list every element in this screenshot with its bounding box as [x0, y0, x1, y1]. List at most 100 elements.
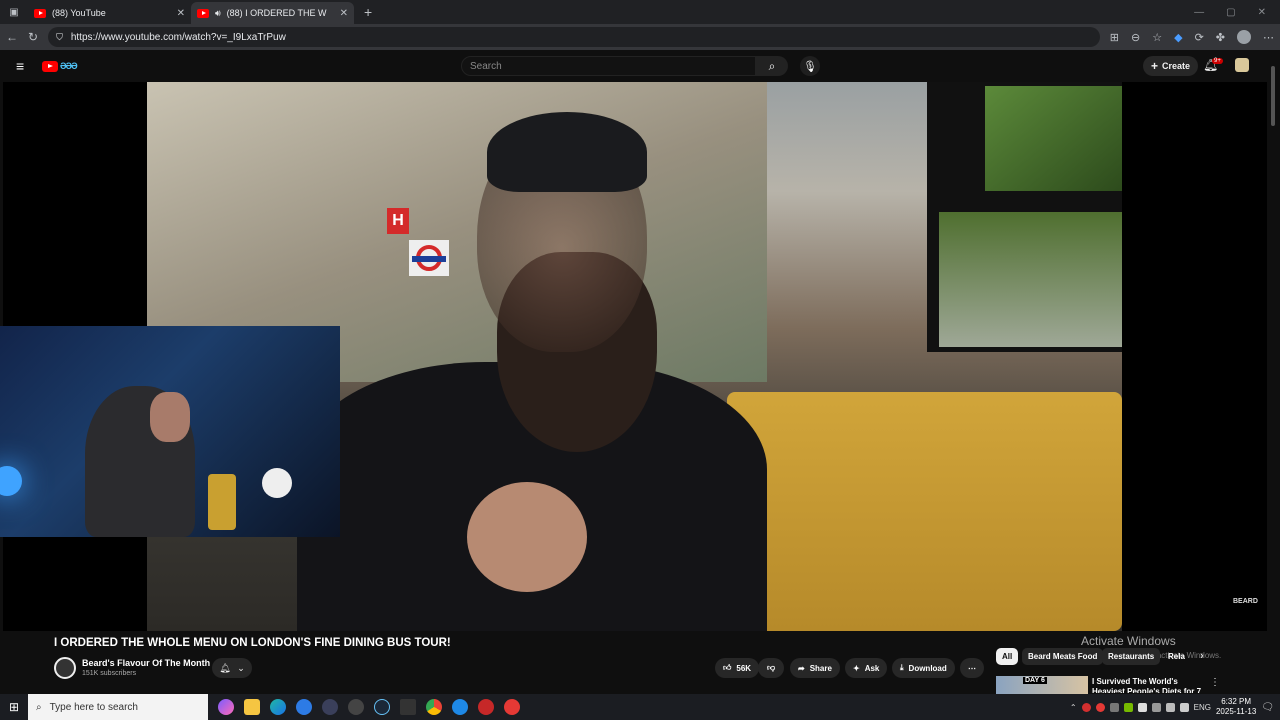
- app-film-icon[interactable]: [400, 699, 416, 715]
- channel-avatar-button[interactable]: [1235, 58, 1249, 72]
- url-field[interactable]: ⛉ https://www.youtube.com/watch?v=_I9Lxa…: [48, 27, 1100, 47]
- tab-actions-icon[interactable]: ▣: [0, 7, 28, 18]
- recommendation-thumbnail[interactable]: DAY 6: [996, 676, 1088, 694]
- ask-label: Ask: [864, 663, 880, 673]
- more-menu-icon[interactable]: ⋯: [1263, 31, 1274, 44]
- tray-volume-icon[interactable]: [1179, 702, 1189, 712]
- chevron-up-icon[interactable]: ⌃: [1070, 703, 1077, 712]
- close-icon[interactable]: ✕: [340, 8, 348, 19]
- taskbar-clock[interactable]: 6:32 PM 2025-11-13: [1216, 697, 1256, 717]
- tab-youtube-home[interactable]: (88) YouTube ✕: [28, 2, 191, 24]
- site-info-icon[interactable]: ⛉: [56, 32, 63, 43]
- close-icon[interactable]: ✕: [177, 8, 185, 19]
- app-blue2-icon[interactable]: [452, 699, 468, 715]
- tray-shield-icon[interactable]: [1137, 702, 1147, 712]
- share-button[interactable]: ➦ Share: [790, 658, 840, 678]
- edge-icon[interactable]: [270, 699, 286, 715]
- profile-avatar[interactable]: [1237, 30, 1251, 44]
- more-actions-button[interactable]: ⋯: [960, 658, 984, 678]
- minimize-icon[interactable]: —: [1194, 7, 1204, 18]
- activate-windows-title: Activate Windows: [1081, 634, 1176, 648]
- share-icon: ➦: [798, 663, 805, 673]
- language-indicator[interactable]: ENG: [1194, 703, 1211, 712]
- webcam-overlay: [0, 326, 340, 537]
- refresh-extension-icon[interactable]: ⟳: [1195, 31, 1204, 44]
- tab-label: (88) I ORDERED THE WHOLE: [226, 8, 327, 18]
- download-button[interactable]: ⤓ Download: [892, 658, 955, 678]
- search-placeholder: Search: [470, 60, 502, 72]
- file-explorer-icon[interactable]: [244, 699, 260, 715]
- thumbnail-label: DAY 6: [1023, 677, 1047, 684]
- tab-current-video[interactable]: 🔊︎ (88) I ORDERED THE WHOLE ✕: [191, 2, 354, 24]
- search-button[interactable]: ⌕: [756, 56, 788, 76]
- search-input[interactable]: Search: [461, 56, 756, 76]
- tray-red2-icon[interactable]: [1095, 702, 1105, 712]
- taskbar-search-placeholder: Type here to search: [49, 701, 138, 713]
- blue-lamp: [0, 466, 22, 496]
- maximize-icon[interactable]: ▢: [1226, 7, 1235, 18]
- settings-gear-icon[interactable]: [348, 699, 364, 715]
- voice-search-button[interactable]: 🎙︎: [800, 56, 820, 76]
- like-button[interactable]: 👍︎ 56K: [715, 658, 760, 678]
- system-tray: ⌃ ENG 6:32 PM 2025-11-13 🗨︎: [1070, 697, 1280, 717]
- steam-icon[interactable]: [374, 699, 390, 715]
- tray-red-icon[interactable]: [1081, 702, 1091, 712]
- ask-button[interactable]: ✦ Ask: [845, 658, 888, 678]
- chrome-icon[interactable]: [426, 699, 442, 715]
- bell-icon: 🔔︎: [219, 662, 231, 673]
- subscription-bell-button[interactable]: 🔔︎ ⌄: [212, 658, 252, 678]
- chevron-down-icon: ⌄: [237, 662, 245, 673]
- windows-taskbar: ⊞ ⌕ Type here to search ⌃ ENG 6:32 PM 20…: [0, 694, 1280, 720]
- app-red-black-icon[interactable]: [478, 699, 494, 715]
- chip-related[interactable]: Rela: [1162, 648, 1191, 665]
- thumbs-up-icon: 👍︎: [723, 663, 732, 672]
- tray-nvidia-icon[interactable]: [1123, 702, 1133, 712]
- bus-window: [927, 82, 1122, 352]
- streamer-face: [150, 392, 190, 442]
- create-button[interactable]: + Create: [1143, 56, 1199, 76]
- app-red-icon[interactable]: [504, 699, 520, 715]
- tab-label: (88) YouTube: [52, 8, 106, 18]
- tray-wifi-icon[interactable]: [1165, 702, 1175, 712]
- reload-icon[interactable]: ↻: [28, 30, 38, 44]
- favorite-star-icon[interactable]: ☆: [1152, 31, 1162, 44]
- tray-app-icon[interactable]: [1109, 702, 1119, 712]
- extensions-puzzle-icon[interactable]: ✤: [1216, 31, 1225, 44]
- youtube-play-icon: [42, 60, 58, 72]
- underground-roundel-icon: [409, 240, 449, 276]
- bus-stop-sign: H: [387, 208, 409, 234]
- app-blue-icon[interactable]: [296, 699, 312, 715]
- plus-icon[interactable]: +: [364, 4, 372, 20]
- channel-name[interactable]: Beard's Flavour Of The Month: [82, 658, 210, 668]
- sparkle-icon: ✦: [853, 663, 860, 673]
- chip-restaurants[interactable]: Restaurants: [1102, 648, 1161, 665]
- chip-all[interactable]: All: [996, 648, 1019, 665]
- person-cap: [487, 112, 647, 192]
- speaker-icon[interactable]: 🔊︎: [215, 8, 221, 19]
- chevron-right-icon[interactable]: ›: [1200, 650, 1204, 662]
- back-icon[interactable]: ←: [6, 30, 18, 44]
- zoom-icon[interactable]: ⊖: [1131, 31, 1140, 44]
- taskbar-search-input[interactable]: ⌕ Type here to search: [28, 694, 208, 720]
- channel-avatar[interactable]: [54, 657, 76, 679]
- video-title: I ORDERED THE WHOLE MENU ON LONDON'S FIN…: [54, 637, 451, 649]
- windows-start-icon[interactable]: ⊞: [0, 700, 28, 714]
- subscriber-count: 151K subscribers: [82, 670, 137, 677]
- clock-time: 6:32 PM: [1221, 697, 1252, 706]
- recommendation-title[interactable]: I Survived The World's Heaviest People's…: [1092, 677, 1206, 693]
- extension-icon[interactable]: ◆: [1174, 31, 1182, 44]
- more-vertical-icon[interactable]: ⋮: [1210, 677, 1220, 688]
- close-window-icon[interactable]: ✕: [1258, 7, 1266, 18]
- youtube-logo[interactable]: ƏƏƏ: [42, 60, 78, 72]
- copilot-icon[interactable]: [218, 699, 234, 715]
- menu-hamburger-icon[interactable]: ≡: [16, 58, 28, 74]
- clock-date: 2025-11-13: [1215, 707, 1257, 716]
- tray-app2-icon[interactable]: [1151, 702, 1161, 712]
- dislike-button[interactable]: 👎︎: [758, 658, 784, 678]
- notification-center-icon[interactable]: 🗨︎: [1261, 702, 1274, 713]
- page-scrollbar[interactable]: [1270, 58, 1276, 688]
- channel-watermark[interactable]: BEARD: [1233, 598, 1258, 605]
- app-dark-icon[interactable]: [322, 699, 338, 715]
- chip-beard-meats-food[interactable]: Beard Meats Food: [1022, 648, 1104, 665]
- app-available-icon[interactable]: ⊞: [1110, 31, 1119, 44]
